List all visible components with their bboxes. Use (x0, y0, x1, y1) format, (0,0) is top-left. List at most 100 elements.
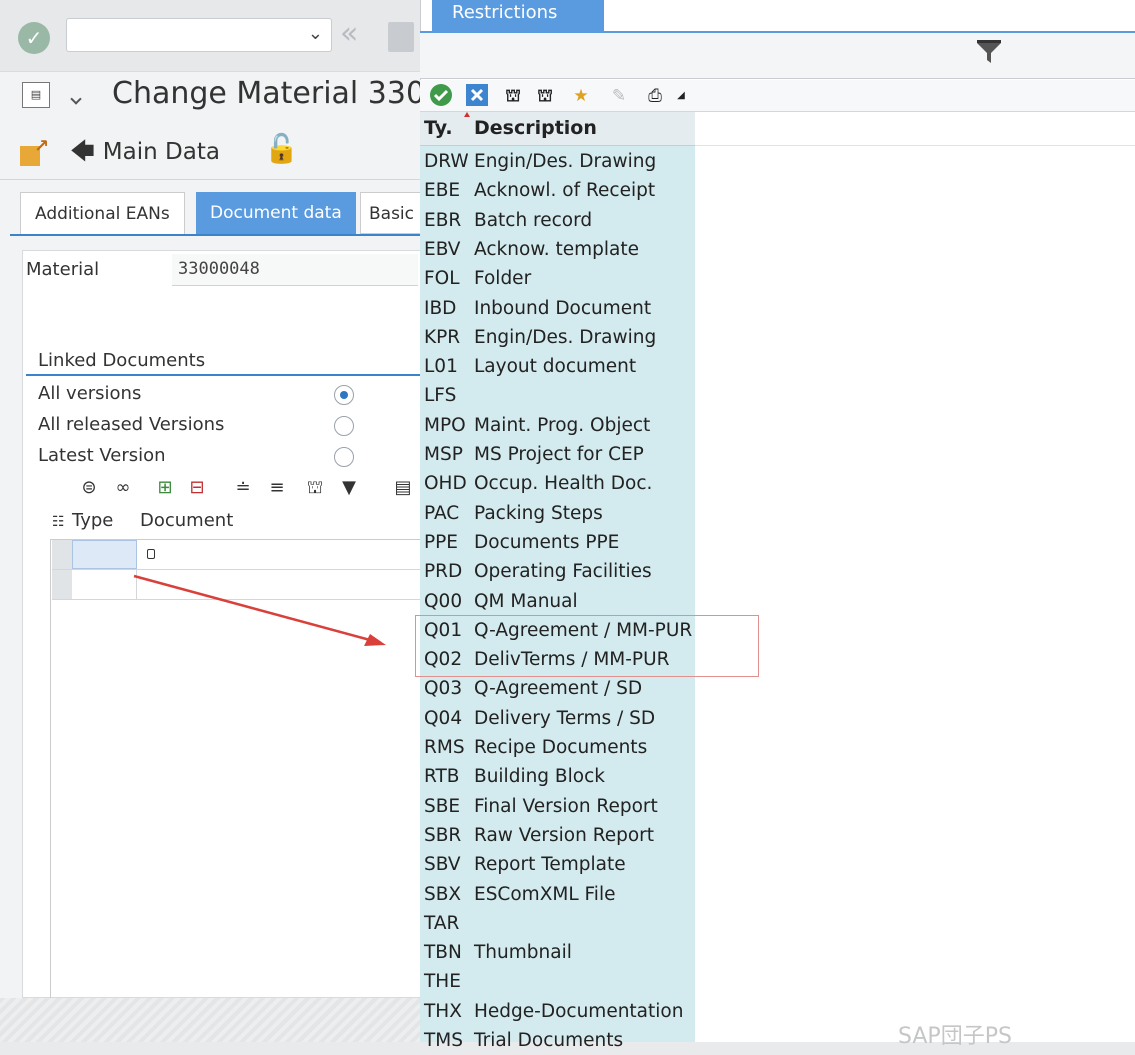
highlight-annotation (415, 615, 759, 677)
document-type-code: MSP (424, 444, 463, 465)
printer-icon[interactable]: ⎙ (642, 83, 668, 109)
document-type-description: Raw Version Report (474, 824, 655, 846)
tab-additional-eans[interactable]: Additional EANs (20, 192, 185, 234)
column-settings-icon[interactable]: ☷ (52, 514, 65, 530)
document-type-description: Engin/Des. Drawing (474, 326, 657, 348)
column-type[interactable]: Type (72, 510, 113, 531)
chevron-down-icon[interactable]: ⌄ (308, 23, 323, 44)
tab-document-data[interactable]: Document data (196, 192, 356, 234)
other-material-icon[interactable]: ↗ (20, 136, 52, 166)
display-icon[interactable]: ∞ (110, 475, 136, 501)
document-type-description: Delivery Terms / SD (474, 707, 656, 729)
document-type-code: DRW (424, 151, 469, 172)
menu-icon[interactable]: ▤ (22, 82, 50, 108)
document-type-description: Acknow. template (474, 238, 639, 260)
document-type-code: THX (424, 1000, 462, 1022)
document-type-description: Maint. Prog. Object (474, 414, 651, 436)
material-field[interactable]: 33000048 (172, 254, 418, 286)
table-row[interactable] (52, 570, 430, 600)
watermark: SAP団子PS (898, 1024, 1012, 1049)
details-icon[interactable]: ⊜ (76, 475, 102, 501)
chevron-down-icon[interactable]: ◢ (668, 83, 694, 109)
print-icon[interactable]: ▤ (390, 475, 416, 501)
document-type-description: Acknowl. of Receipt (474, 180, 656, 202)
header-filler (695, 112, 1135, 146)
document-type-description: Hedge-Documentation (474, 1000, 684, 1022)
status-bar (0, 998, 430, 1042)
column-description[interactable]: Description (474, 117, 597, 139)
document-type-description: Trial Documents (474, 1030, 624, 1051)
document-type-description: Report Template (474, 854, 626, 876)
insert-row-icon[interactable]: ⊞ (152, 475, 178, 501)
popup-toolbar: ⛫ ⛫ ★ ✎ ⎙ ◢ (420, 80, 1135, 112)
enter-check-icon[interactable]: ✓ (18, 22, 50, 54)
document-type-code: PAC (424, 502, 460, 524)
document-type-code: THE (424, 971, 461, 993)
document-type-description: Thumbnail (474, 942, 572, 964)
document-type-code: SBX (424, 883, 462, 905)
row-selector[interactable] (52, 570, 72, 599)
document-type-code: Q00 (424, 590, 463, 612)
document-type-code: Q03 (424, 678, 463, 700)
filter-icon[interactable]: ▼ (336, 475, 362, 501)
document-type-code: SBE (424, 795, 461, 817)
grid-header: ☷ Type Document (50, 506, 430, 540)
document-type-code: RMS (424, 737, 465, 758)
back-icon[interactable]: « (340, 16, 358, 51)
document-type-code: FOL (424, 268, 460, 290)
delete-row-icon[interactable]: ⊟ (184, 475, 210, 501)
tab-restrictions[interactable]: Restrictions (432, 0, 604, 32)
radio-label-latest-version: Latest Version (38, 445, 166, 466)
document-type-description: Inbound Document (474, 297, 652, 319)
column-ty[interactable]: Ty. (424, 117, 453, 139)
type-cell[interactable] (72, 570, 137, 599)
binoculars-icon[interactable]: ⛫ (500, 83, 526, 109)
main-data-label: Main Data (102, 139, 220, 165)
document-type-description: ESComXML File (474, 883, 616, 905)
radio-all-released[interactable] (334, 416, 354, 436)
linked-documents-title: Linked Documents (38, 350, 206, 371)
tab-basic[interactable]: Basic (360, 192, 424, 234)
find-icon[interactable]: ⛫ (302, 475, 328, 501)
type-cell[interactable] (72, 540, 155, 569)
f4-help-icon[interactable] (147, 549, 155, 559)
lock-icon[interactable]: 🔓 (264, 132, 299, 165)
document-type-description: Operating Facilities (474, 561, 652, 583)
document-type-code: OHD (424, 473, 467, 495)
page-title: Change Material 33000 (112, 76, 464, 111)
radio-latest-version[interactable] (334, 447, 354, 467)
check-circle-icon[interactable] (428, 83, 454, 109)
command-field[interactable]: ⌄ (66, 18, 332, 52)
arrow-left-icon: 🡄 (70, 137, 95, 165)
main-data-button[interactable]: 🡄 Main Data (70, 134, 220, 175)
row-selector[interactable] (52, 540, 72, 569)
save-icon[interactable] (388, 22, 414, 52)
document-type-code: TMS (424, 1030, 464, 1051)
table-row[interactable] (52, 540, 430, 570)
document-type-description: Documents PPE (474, 531, 620, 553)
star-add-icon[interactable]: ★ (568, 83, 594, 109)
sort-descending-icon[interactable]: ≡ (264, 475, 290, 501)
value-list-header: Ty. Description (420, 112, 695, 146)
document-type-code: Q04 (424, 707, 463, 729)
document-type-code: RTB (424, 766, 460, 788)
cancel-x-icon[interactable] (464, 83, 490, 109)
funnel-icon[interactable] (976, 40, 1002, 66)
document-type-description: Building Block (474, 766, 605, 788)
document-type-description: QM Manual (474, 590, 578, 612)
information-icon[interactable]: ✎ (606, 83, 632, 109)
sort-ascending-icon[interactable]: ≐ (230, 475, 256, 501)
document-type-code: PRD (424, 561, 463, 583)
document-type-code: L01 (424, 356, 458, 378)
document-type-description: Folder (474, 268, 532, 290)
radio-all-versions[interactable] (334, 385, 354, 405)
binoculars-plus-icon[interactable]: ⛫ (532, 83, 558, 109)
grid-toolbar: ⊜ ∞ ⊞ ⊟ ≐ ≡ ⛫ ▼ ▤ (70, 471, 430, 505)
document-type-code: TBN (424, 942, 462, 964)
document-type-description: Engin/Des. Drawing (474, 151, 657, 172)
radio-label-all-released: All released Versions (38, 414, 225, 435)
document-type-description: Occup. Health Doc. (474, 473, 653, 495)
column-document[interactable]: Document (140, 510, 233, 531)
document-type-code: EBR (424, 209, 462, 231)
document-type-description: Final Version Report (474, 795, 658, 817)
